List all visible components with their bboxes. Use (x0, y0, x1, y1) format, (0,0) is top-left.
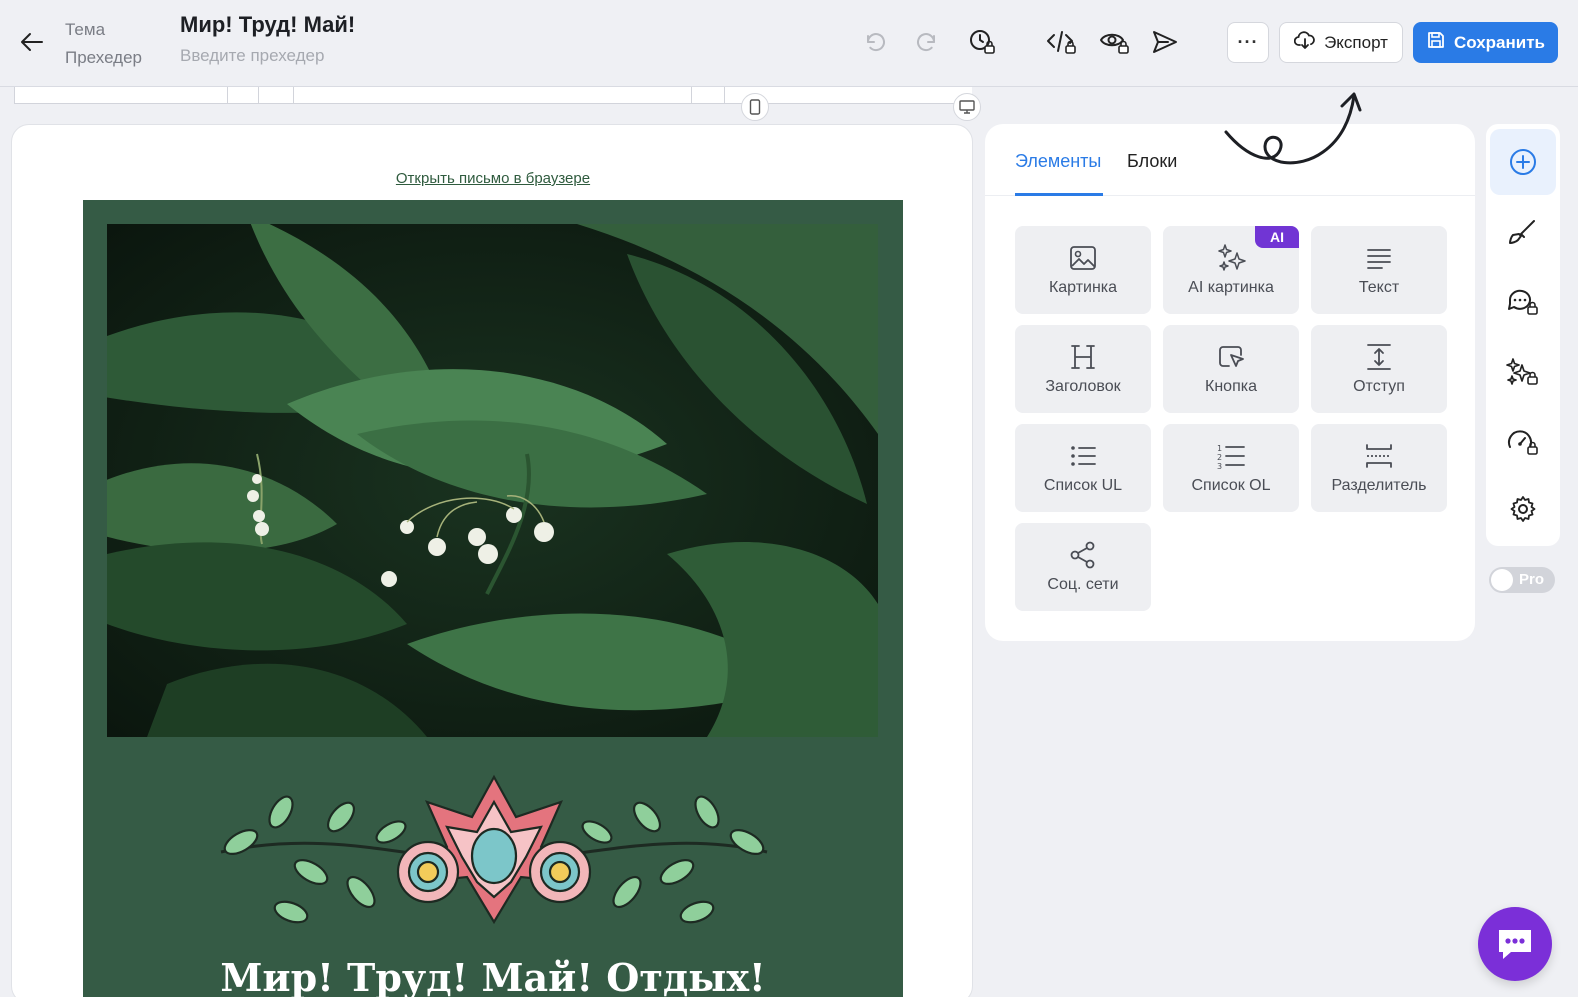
tile-label: Разделитель (1331, 477, 1427, 494)
ruler-tick (227, 87, 228, 104)
save-label: Сохранить (1453, 32, 1546, 52)
preheader-input[interactable]: Введите прехедер (180, 42, 355, 70)
export-label: Экспорт (1324, 32, 1388, 52)
ai-sparkles-icon (1216, 243, 1246, 273)
support-chat-button[interactable] (1478, 907, 1552, 981)
ruler-tick (258, 87, 259, 104)
tile-label: Список OL (1191, 477, 1271, 494)
subject-label: Тема (65, 20, 106, 39)
tab-elements[interactable]: Элементы (1015, 151, 1101, 172)
image-icon (1068, 243, 1098, 273)
history-lock-icon[interactable] (966, 26, 998, 58)
email-body[interactable]: Мир! Труд! Май! Отдых! (83, 200, 903, 997)
add-icon[interactable] (1490, 129, 1556, 195)
tools-sidebar (1486, 124, 1560, 546)
tile-button[interactable]: Кнопка (1163, 325, 1299, 413)
active-tab-indicator (1015, 193, 1103, 196)
spacer-icon (1364, 342, 1394, 372)
undo-icon[interactable] (859, 26, 891, 58)
text-icon (1364, 243, 1394, 273)
ruler-tick (724, 87, 725, 104)
tile-numbered-list[interactable]: 123 Список OL (1163, 424, 1299, 512)
tile-label: AI картинка (1188, 279, 1274, 296)
tile-social[interactable]: Соц. сети (1015, 523, 1151, 611)
tile-divider[interactable]: Разделитель (1311, 424, 1447, 512)
send-icon[interactable] (1149, 26, 1181, 58)
gear-icon[interactable] (1490, 476, 1556, 542)
numbered-list-icon: 123 (1216, 441, 1246, 471)
tile-text[interactable]: Текст (1311, 226, 1447, 314)
ai-badge: AI (1255, 226, 1299, 248)
button-cursor-icon (1216, 342, 1246, 372)
tile-bullet-list[interactable]: Список UL (1015, 424, 1151, 512)
email-heading[interactable]: Мир! Труд! Май! Отдых! (83, 955, 903, 997)
preheader-label: Прехедер (65, 48, 142, 67)
width-ruler (14, 87, 972, 104)
open-in-browser-link[interactable]: Открыть письмо в браузере (12, 170, 972, 187)
tile-label: Кнопка (1205, 378, 1257, 395)
toggle-knob (1491, 569, 1513, 591)
redo-icon[interactable] (911, 26, 943, 58)
elements-panel: Элементы Блоки Картинка AI AI картинка Т… (985, 124, 1475, 641)
save-button[interactable]: Сохранить (1413, 22, 1558, 63)
bullet-list-icon (1068, 441, 1098, 471)
tile-label: Список UL (1043, 477, 1123, 494)
floral-ornament-image (211, 772, 777, 940)
divider-icon (1364, 441, 1394, 471)
email-canvas: Открыть письмо в браузере Мир! Труд! Май… (11, 124, 973, 997)
share-icon (1068, 540, 1098, 570)
svg-text:2: 2 (1217, 453, 1222, 462)
meta-labels: Тема Прехедер (65, 16, 142, 72)
svg-text:1: 1 (1217, 444, 1222, 453)
svg-text:3: 3 (1217, 462, 1222, 470)
code-lock-icon[interactable] (1046, 26, 1078, 58)
tile-spacer[interactable]: Отступ (1311, 325, 1447, 413)
hint-arrow-doodle (1224, 92, 1362, 165)
tile-heading[interactable]: Заголовок (1015, 325, 1151, 413)
tile-label: Соц. сети (1047, 576, 1119, 593)
chat-bubble-icon (1499, 930, 1531, 959)
export-button[interactable]: Экспорт (1279, 22, 1403, 63)
top-bar: Тема Прехедер Мир! Труд! Май! Введите пр… (0, 0, 1578, 87)
back-arrow-icon[interactable] (18, 28, 46, 56)
more-button[interactable]: ··· (1227, 22, 1269, 63)
pro-label: Pro (1519, 571, 1545, 588)
tile-ai-image[interactable]: AI AI картинка (1163, 226, 1299, 314)
tile-label: Отступ (1353, 378, 1405, 395)
hero-image[interactable] (107, 224, 878, 737)
heading-icon (1068, 342, 1098, 372)
ai-lock-icon[interactable] (1490, 339, 1556, 405)
speed-lock-icon[interactable] (1490, 409, 1556, 475)
tile-label: Картинка (1048, 279, 1118, 296)
tile-label: Текст (1358, 279, 1400, 296)
tile-image[interactable]: Картинка (1015, 226, 1151, 314)
ruler-tick (691, 87, 692, 104)
ruler-tick (293, 87, 294, 104)
tile-label: Заголовок (1045, 378, 1121, 395)
mobile-view-icon[interactable] (741, 93, 769, 121)
subject-input[interactable]: Мир! Труд! Май! (180, 10, 355, 40)
tab-blocks[interactable]: Блоки (1127, 151, 1177, 172)
pro-toggle[interactable]: Pro (1489, 567, 1555, 593)
meta-values: Мир! Труд! Май! Введите прехедер (180, 10, 355, 70)
save-disk-icon (1426, 30, 1446, 55)
desktop-view-icon[interactable] (953, 93, 981, 121)
brush-icon[interactable] (1490, 199, 1556, 265)
chat-lock-icon[interactable] (1490, 269, 1556, 335)
cloud-download-icon (1293, 30, 1316, 55)
preview-eye-lock-icon[interactable] (1099, 26, 1131, 58)
